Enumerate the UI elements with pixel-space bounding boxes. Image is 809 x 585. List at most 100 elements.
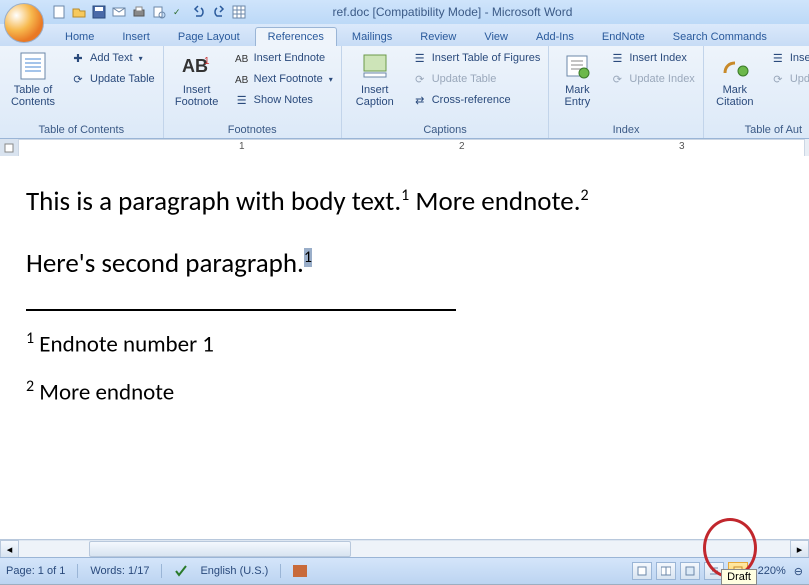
tab-references[interactable]: References bbox=[255, 27, 337, 46]
mark-citation-icon bbox=[719, 50, 751, 82]
save-icon[interactable] bbox=[90, 3, 108, 21]
show-notes-button[interactable]: ☰Show Notes bbox=[230, 90, 337, 110]
scroll-right-icon[interactable]: ▸ bbox=[790, 540, 809, 558]
insert-toa-button[interactable]: ☰Insert Ta bbox=[766, 48, 809, 68]
mark-citation-button[interactable]: Mark Citation bbox=[708, 48, 762, 110]
add-text-icon: ✚ bbox=[70, 50, 86, 66]
undo-icon[interactable] bbox=[190, 3, 208, 21]
svg-text:1: 1 bbox=[204, 56, 210, 67]
update-icon: ⟳ bbox=[412, 71, 428, 87]
cross-reference-button[interactable]: ⇄Cross-reference bbox=[408, 90, 545, 110]
scroll-track[interactable] bbox=[19, 541, 790, 557]
ruler-corner[interactable] bbox=[0, 139, 19, 157]
next-footnote-button[interactable]: ABNext Footnote▾ bbox=[230, 69, 337, 89]
status-bar: Page: 1 of 1 Words: 1/17 English (U.S.) … bbox=[0, 557, 809, 584]
tab-home[interactable]: Home bbox=[52, 27, 107, 46]
group-title-toa: Table of Aut bbox=[708, 123, 809, 138]
web-layout-view-button[interactable] bbox=[680, 562, 700, 580]
crossref-icon: ⇄ bbox=[412, 92, 428, 108]
endnote-2[interactable]: 2 More endnote bbox=[26, 377, 783, 407]
ribbon: Table of Contents ✚Add Text▾ ⟳Update Tab… bbox=[0, 46, 809, 139]
endnote-icon: AB bbox=[234, 50, 250, 66]
status-words[interactable]: Words: 1/17 bbox=[90, 565, 149, 577]
show-notes-icon: ☰ bbox=[234, 92, 250, 108]
insert-index-icon: ☰ bbox=[609, 50, 625, 66]
tab-mailings[interactable]: Mailings bbox=[339, 27, 405, 46]
title-bar: ✓ ref.doc [Compatibility Mode] - Microso… bbox=[0, 0, 809, 24]
toc-label: Table of Contents bbox=[11, 84, 55, 108]
email-icon[interactable] bbox=[110, 3, 128, 21]
insert-caption-button[interactable]: Insert Caption bbox=[346, 48, 404, 110]
print-preview-icon[interactable] bbox=[150, 3, 168, 21]
office-button[interactable] bbox=[4, 3, 44, 43]
macro-icon[interactable] bbox=[293, 565, 307, 577]
print-layout-view-button[interactable] bbox=[632, 562, 652, 580]
toc-icon bbox=[17, 50, 49, 82]
group-footnotes: AB1 Insert Footnote ABInsert Endnote ABN… bbox=[164, 46, 342, 138]
tab-review[interactable]: Review bbox=[407, 27, 469, 46]
add-text-button[interactable]: ✚Add Text▾ bbox=[66, 48, 159, 68]
new-icon[interactable] bbox=[50, 3, 68, 21]
scroll-thumb[interactable] bbox=[89, 541, 351, 557]
status-page[interactable]: Page: 1 of 1 bbox=[6, 565, 65, 577]
endnote-ref-2: 2 bbox=[581, 186, 589, 205]
table-of-contents-button[interactable]: Table of Contents bbox=[4, 48, 62, 110]
paragraph-2[interactable]: Here's second paragraph.1 bbox=[26, 246, 783, 282]
footnote-label: Insert Footnote bbox=[175, 84, 218, 108]
status-zoom[interactable]: 220% bbox=[758, 565, 786, 577]
table-icon[interactable] bbox=[230, 3, 248, 21]
ribbon-tabs: Home Insert Page Layout References Maili… bbox=[0, 24, 809, 46]
tab-endnote[interactable]: EndNote bbox=[589, 27, 658, 46]
full-screen-view-button[interactable] bbox=[656, 562, 676, 580]
update-index-button[interactable]: ⟳Update Index bbox=[605, 69, 698, 89]
draft-tooltip: Draft bbox=[721, 569, 757, 585]
toa-icon: ☰ bbox=[770, 50, 786, 66]
tof-icon: ☰ bbox=[412, 50, 428, 66]
tab-view[interactable]: View bbox=[471, 27, 521, 46]
footnote-icon: AB1 bbox=[181, 50, 213, 82]
insert-index-button[interactable]: ☰Insert Index bbox=[605, 48, 698, 68]
caption-label: Insert Caption bbox=[356, 84, 394, 108]
group-title-index: Index bbox=[553, 123, 698, 138]
open-icon[interactable] bbox=[70, 3, 88, 21]
tab-page-layout[interactable]: Page Layout bbox=[165, 27, 253, 46]
group-captions: Insert Caption ☰Insert Table of Figures … bbox=[342, 46, 550, 138]
spelling-icon[interactable]: ✓ bbox=[170, 3, 188, 21]
mark-entry-button[interactable]: Mark Entry bbox=[553, 48, 601, 110]
endnote-separator bbox=[26, 309, 456, 311]
group-title-captions: Captions bbox=[346, 123, 545, 138]
insert-footnote-button[interactable]: AB1 Insert Footnote bbox=[168, 48, 226, 110]
redo-icon[interactable] bbox=[210, 3, 228, 21]
group-table-of-authorities: Mark Citation ☰Insert Ta ⟳Update T Table… bbox=[704, 46, 809, 138]
quick-access-toolbar: ✓ bbox=[50, 0, 248, 24]
caption-icon bbox=[359, 50, 391, 82]
print-icon[interactable] bbox=[130, 3, 148, 21]
document-area[interactable]: This is a paragraph with body text.1 Mor… bbox=[0, 156, 809, 540]
endnote-1[interactable]: 1 Endnote number 1 bbox=[26, 329, 783, 359]
mark-entry-icon bbox=[561, 50, 593, 82]
zoom-out-icon[interactable]: ⊖ bbox=[794, 565, 803, 578]
svg-text:✓: ✓ bbox=[173, 7, 181, 17]
next-footnote-icon: AB bbox=[234, 71, 250, 87]
status-language[interactable]: English (U.S.) bbox=[200, 565, 268, 577]
horizontal-scrollbar[interactable]: ◂ ▸ bbox=[0, 539, 809, 558]
scroll-left-icon[interactable]: ◂ bbox=[0, 540, 19, 558]
tab-add-ins[interactable]: Add-Ins bbox=[523, 27, 587, 46]
paragraph-1[interactable]: This is a paragraph with body text.1 Mor… bbox=[26, 184, 783, 220]
tab-search-commands[interactable]: Search Commands bbox=[660, 27, 780, 46]
svg-text:AB: AB bbox=[235, 75, 249, 86]
group-index: Mark Entry ☰Insert Index ⟳Update Index I… bbox=[549, 46, 703, 138]
update-toc-button[interactable]: ⟳Update Table bbox=[66, 69, 159, 89]
update-captions-button[interactable]: ⟳Update Table bbox=[408, 69, 545, 89]
mark-entry-label: Mark Entry bbox=[565, 84, 591, 108]
update-icon: ⟳ bbox=[70, 71, 86, 87]
mark-citation-label: Mark Citation bbox=[716, 84, 753, 108]
insert-table-of-figures-button[interactable]: ☰Insert Table of Figures bbox=[408, 48, 545, 68]
horizontal-ruler[interactable]: 1 2 3 bbox=[18, 139, 805, 157]
tab-insert[interactable]: Insert bbox=[109, 27, 163, 46]
group-title-toc: Table of Contents bbox=[4, 123, 159, 138]
update-icon: ⟳ bbox=[609, 71, 625, 87]
update-toa-button[interactable]: ⟳Update T bbox=[766, 69, 809, 89]
insert-endnote-button[interactable]: ABInsert Endnote bbox=[230, 48, 337, 68]
proofing-icon[interactable] bbox=[174, 564, 188, 578]
